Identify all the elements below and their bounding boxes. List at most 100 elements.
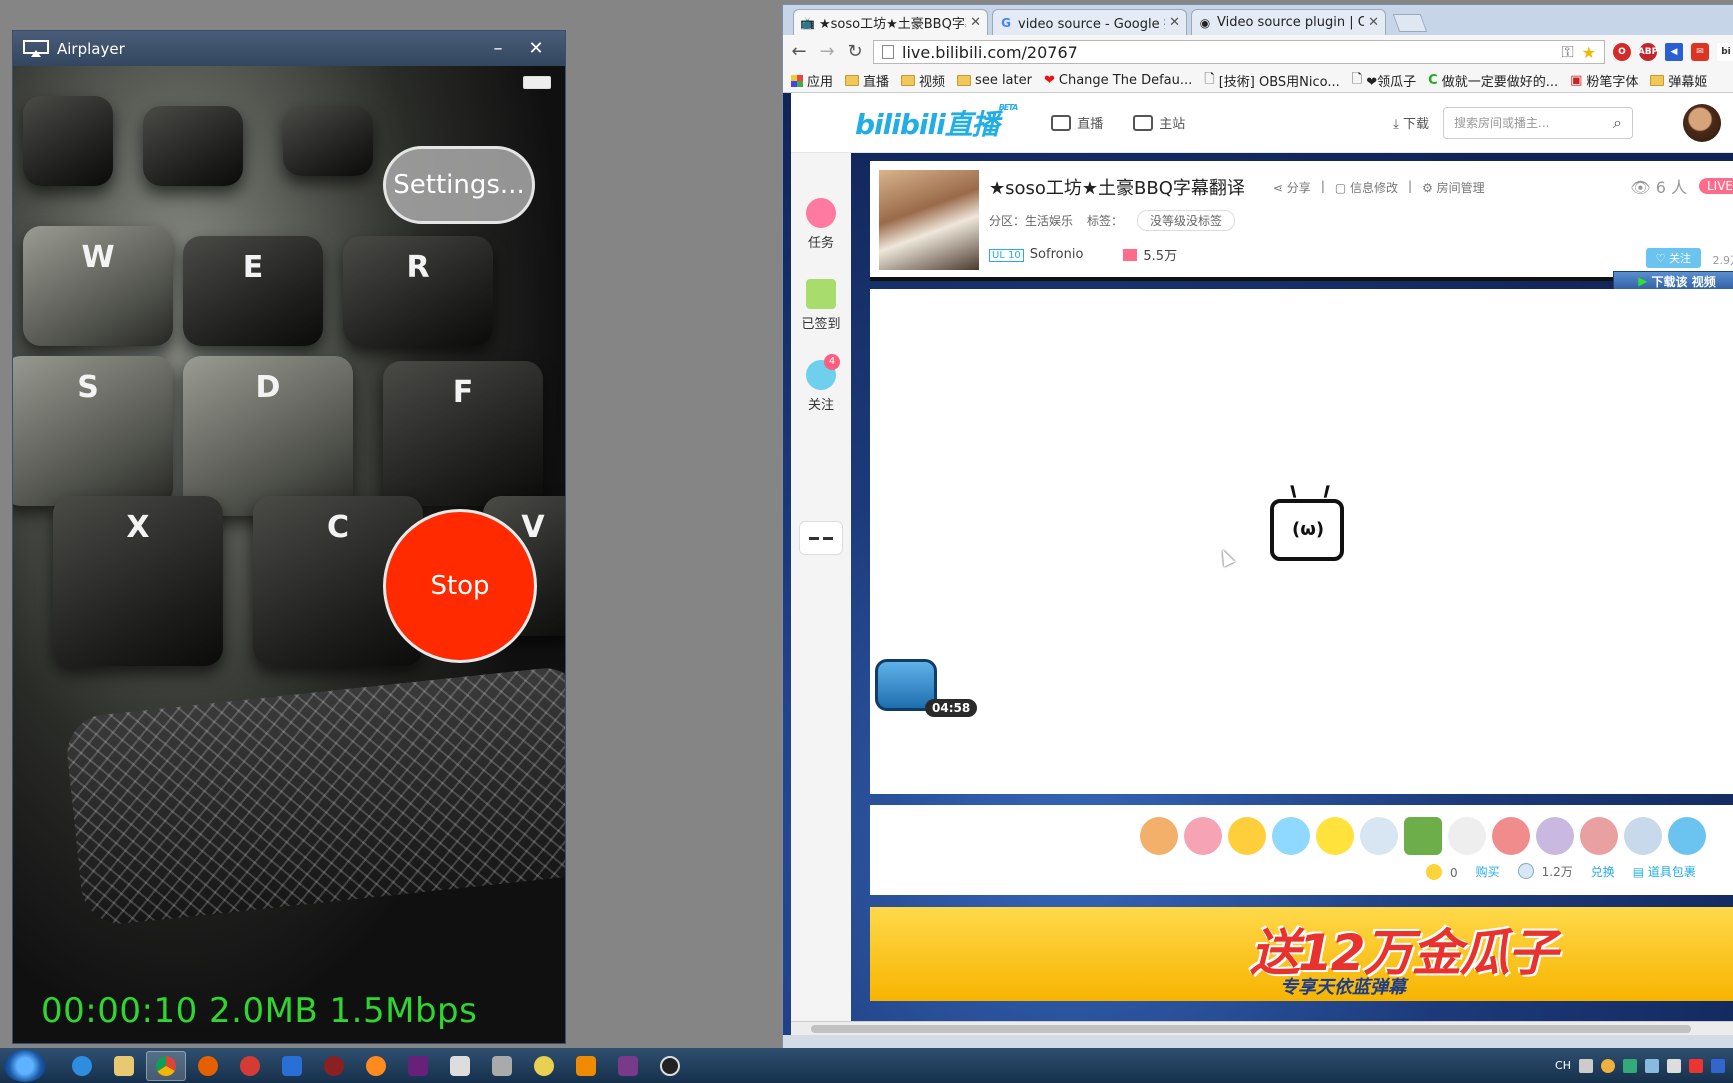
bookmark-item[interactable]: 🗋 ❤领瓜子 — [1352, 70, 1416, 92]
gift-item[interactable] — [1580, 817, 1618, 855]
airplayer-window: Airplayer – ✕ W E R S D F X C V Settings… — [12, 30, 566, 1044]
sidebar-item-follow[interactable]: 4 关注 — [806, 354, 840, 413]
taskbar-firefox[interactable] — [356, 1051, 396, 1081]
bookmark-folder[interactable]: 弹幕姬 — [1650, 71, 1707, 90]
minimize-button[interactable]: – — [479, 38, 517, 59]
tab-google[interactable]: G video source - Google 搜 ✕ — [992, 9, 1187, 35]
close-tab-icon[interactable]: ✕ — [1368, 15, 1379, 30]
close-tab-icon[interactable]: ✕ — [1169, 15, 1180, 30]
share-link[interactable]: ⋖ 分享 — [1273, 179, 1311, 196]
taskbar-ie[interactable] — [62, 1051, 102, 1081]
gift-item[interactable] — [1404, 817, 1442, 855]
search-icon[interactable]: ⌕ — [1613, 113, 1622, 133]
bilibili-extension-icon[interactable]: bi — [1717, 43, 1733, 61]
video-player[interactable]: (ω) 04:58 — [870, 289, 1733, 794]
taskbar-visual-studio[interactable] — [398, 1051, 438, 1081]
gift-item[interactable] — [1360, 817, 1398, 855]
bookmark-item[interactable]: ▣ 粉笔字体 — [1570, 71, 1638, 90]
taskbar-obs[interactable] — [650, 1051, 690, 1081]
eye-icon: 👁 — [1630, 178, 1656, 197]
gift-item[interactable] — [1228, 817, 1266, 855]
room-manage-link[interactable]: ⚙ 房间管理 — [1422, 179, 1485, 196]
gift-item[interactable] — [1492, 817, 1530, 855]
follow-button[interactable]: ♡ 关注 — [1645, 248, 1701, 268]
airplayer-titlebar[interactable]: Airplayer – ✕ — [13, 31, 565, 66]
bookmark-apps[interactable]: 应用 — [791, 71, 833, 90]
taskbar-winrar[interactable] — [608, 1051, 648, 1081]
bookmark-folder[interactable]: see later — [957, 73, 1032, 88]
robot-mascot-icon[interactable] — [799, 521, 843, 555]
gift-item[interactable] — [1668, 817, 1706, 855]
google-icon: G — [1001, 15, 1011, 30]
area-value[interactable]: 生活娱乐 — [1025, 214, 1073, 228]
tray-icon[interactable] — [1711, 1058, 1725, 1073]
taskbar-app[interactable] — [524, 1051, 564, 1081]
sidebar-item-checkin[interactable]: 已签到 — [801, 279, 841, 332]
host-name[interactable]: Sofronio — [1030, 247, 1084, 262]
nav-main-site[interactable]: 主站 — [1133, 113, 1185, 132]
edit-info-link[interactable]: ▢ 信息修改 — [1335, 179, 1398, 196]
promo-banner[interactable]: 送12万金瓜子 专享天依蓝弹幕 — [870, 907, 1733, 1001]
close-button[interactable]: ✕ — [517, 38, 555, 59]
scrollbar-thumb[interactable] — [811, 1025, 1691, 1033]
inventory-link[interactable]: ▤ 道具包裹 — [1633, 863, 1696, 880]
bilibili-logo[interactable]: bilibili直播BETA — [855, 103, 1018, 143]
bookmark-item[interactable]: 🗋 [技術] OBS用Nico... — [1204, 70, 1340, 92]
calendar-check-icon — [805, 279, 836, 309]
gift-item[interactable] — [1624, 817, 1662, 855]
taskbar-vlc[interactable] — [566, 1051, 606, 1081]
buy-link[interactable]: 购买 — [1476, 863, 1500, 880]
exchange-link[interactable]: 兑换 — [1591, 863, 1615, 880]
gift-item[interactable] — [1184, 817, 1222, 855]
tray-icon[interactable] — [1623, 1058, 1637, 1073]
opera-extension-icon[interactable]: O — [1613, 43, 1631, 61]
address-bar[interactable]: live.bilibili.com/20767 ⚿ ★ — [873, 40, 1605, 64]
start-button[interactable] — [4, 1049, 46, 1082]
tab-bilibili[interactable]: 📺 ★soso工坊★土豪BBQ字幕 ✕ — [793, 9, 988, 35]
taskbar-chrome[interactable] — [146, 1050, 186, 1081]
search-input[interactable]: 搜索房间或播主... ⌕ — [1443, 106, 1633, 139]
reload-icon[interactable]: ↻ — [845, 42, 865, 62]
gift-item[interactable] — [1448, 817, 1486, 855]
gift-item[interactable] — [1272, 817, 1310, 855]
taskbar-firefox[interactable] — [188, 1051, 228, 1081]
bookmark-folder[interactable]: 直播 — [845, 71, 889, 90]
input-language[interactable]: CH — [1555, 1059, 1571, 1072]
bookmark-item[interactable]: ❤ Change The Defau... — [1044, 73, 1192, 88]
taskbar-app[interactable] — [482, 1051, 522, 1081]
gift-item[interactable] — [1140, 817, 1178, 855]
new-tab-button[interactable] — [1392, 14, 1428, 32]
avatar[interactable] — [1683, 103, 1721, 142]
extension-icon[interactable]: ✉ — [1691, 43, 1709, 61]
adblock-extension-icon[interactable]: ABP — [1638, 43, 1658, 61]
download-link[interactable]: ⤓ 下载 — [1393, 113, 1429, 132]
gift-item[interactable] — [1536, 817, 1574, 855]
sidebar-item-tasks[interactable]: 任务 — [806, 198, 836, 251]
close-tab-icon[interactable]: ✕ — [970, 15, 981, 30]
bookmark-folder[interactable]: 视频 — [901, 71, 945, 90]
horizontal-scrollbar[interactable] — [791, 1021, 1733, 1035]
tag-chip[interactable]: 没等级没标签 — [1137, 210, 1236, 231]
taskbar-app[interactable] — [314, 1051, 354, 1081]
settings-button[interactable]: Settings... — [383, 146, 535, 224]
back-icon[interactable]: ← — [789, 42, 809, 62]
network-icon[interactable] — [1645, 1058, 1659, 1073]
tray-icon[interactable] — [1689, 1058, 1703, 1073]
stop-button[interactable]: Stop — [383, 509, 537, 663]
tray-icon[interactable] — [1579, 1058, 1593, 1073]
taskbar-explorer[interactable] — [104, 1051, 144, 1081]
taskbar-app[interactable] — [272, 1051, 312, 1081]
arrow-extension-icon[interactable]: ◀ — [1665, 43, 1683, 61]
taskbar-netease-music[interactable] — [230, 1051, 270, 1081]
forward-icon[interactable]: → — [817, 42, 837, 62]
bookmark-item[interactable]: C 做就一定要做好的... — [1428, 71, 1558, 90]
volume-icon[interactable] — [1667, 1058, 1681, 1073]
download-video-button[interactable]: ▶ 下载该 视频 — [1613, 271, 1733, 291]
star-icon[interactable]: ★ — [1582, 43, 1596, 62]
gift-item[interactable] — [1316, 817, 1354, 855]
tray-icon[interactable] — [1601, 1058, 1615, 1073]
taskbar-bilibili[interactable] — [440, 1051, 480, 1081]
tab-obs[interactable]: ◉ Video source plugin | O ✕ — [1191, 9, 1386, 35]
key-icon[interactable]: ⚿ — [1561, 42, 1573, 62]
nav-live[interactable]: 直播 — [1051, 113, 1103, 132]
